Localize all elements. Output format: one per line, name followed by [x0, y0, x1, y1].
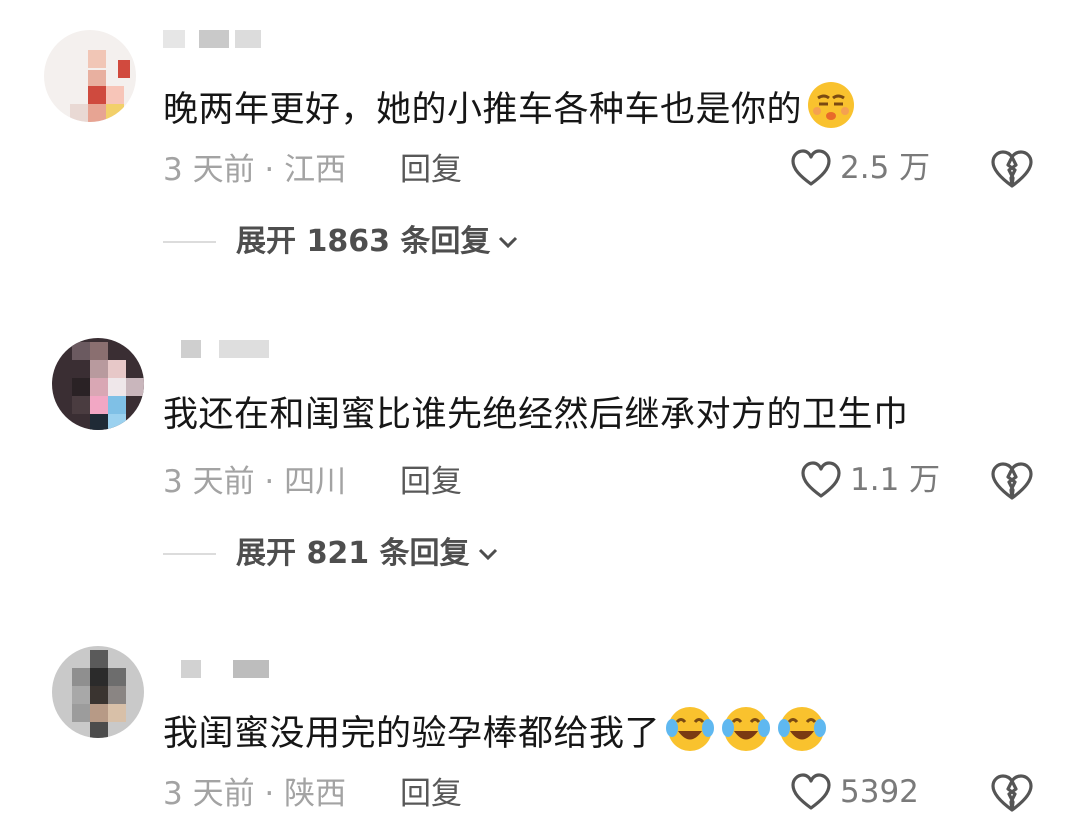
chevron-down-icon — [499, 236, 518, 249]
reply-button[interactable]: 回复 — [400, 462, 462, 502]
dislike-broken-heart-icon[interactable] — [990, 148, 1034, 190]
like-count: 1.1 万 — [850, 462, 941, 498]
dislike-broken-heart-icon[interactable] — [990, 772, 1034, 814]
comment-time-location: 3 天前 · 江西 — [163, 152, 347, 188]
like-button[interactable]: 2.5 万 — [790, 148, 930, 188]
comment-text: 我还在和闺蜜比谁先绝经然后继承对方的卫生巾 — [163, 395, 909, 435]
dislike-broken-heart-icon[interactable] — [990, 460, 1034, 502]
like-button[interactable]: 5392 — [790, 772, 919, 812]
heart-icon — [790, 148, 832, 188]
reply-button[interactable]: 回复 — [400, 150, 462, 190]
crying-laughing-emoji-icon — [776, 704, 828, 766]
expand-replies-label: 展开 1863 条回复 — [236, 224, 491, 259]
comment-text: 晚两年更好，她的小推车各种车也是你的 — [163, 80, 856, 142]
reply-button[interactable]: 回复 — [400, 774, 462, 814]
like-count: 5392 — [840, 774, 919, 810]
comment-time-location: 3 天前 · 陕西 — [163, 776, 347, 812]
username-blurred[interactable] — [163, 660, 283, 686]
avatar[interactable] — [52, 338, 144, 430]
divider-line — [163, 241, 216, 243]
avatar[interactable] — [52, 646, 144, 738]
crying-laughing-emoji-icon — [720, 704, 772, 766]
chevron-down-icon — [478, 548, 497, 561]
expand-replies-label: 展开 821 条回复 — [236, 536, 470, 571]
avatar[interactable] — [44, 30, 136, 122]
like-count: 2.5 万 — [840, 150, 931, 186]
expand-replies-button[interactable]: 展开 1863 条回复 — [163, 222, 520, 262]
heart-icon — [790, 772, 832, 812]
smirk-emoji-icon — [806, 80, 856, 142]
username-blurred[interactable] — [163, 340, 283, 366]
like-button[interactable]: 1.1 万 — [800, 460, 940, 500]
username-blurred[interactable] — [163, 30, 283, 56]
comment-time-location: 3 天前 · 四川 — [163, 464, 347, 500]
crying-laughing-emoji-icon — [664, 704, 716, 766]
heart-icon — [800, 460, 842, 500]
expand-replies-button[interactable]: 展开 821 条回复 — [163, 534, 500, 574]
comment-text: 我闺蜜没用完的验孕棒都给我了 — [163, 704, 828, 766]
divider-line — [163, 553, 216, 555]
